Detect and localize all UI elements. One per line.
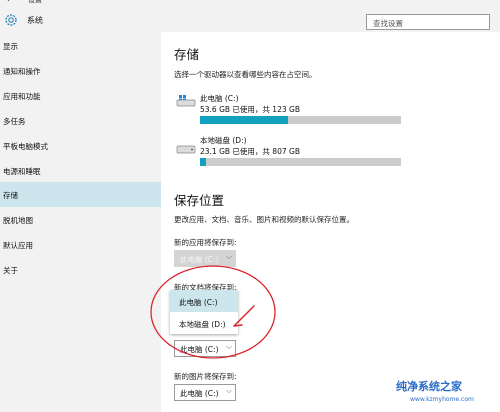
dropdown-option-c[interactable]: 此电脑 (C:) [170,290,238,312]
sidebar-item-notifications[interactable]: 通知和操作 [0,58,161,83]
back-arrow-icon[interactable]: ‹ [6,0,10,5]
sidebar-item-default-apps[interactable]: 默认应用 [0,232,161,257]
sidebar: 显示 通知和操作 应用和功能 多任务 平板电脑模式 电源和睡眠 存储 脱机地图 … [0,32,161,412]
drive-usage: 53.6 GB 已使用，共 123 GB [200,105,300,114]
chevron-down-icon: ⌵ [225,386,232,395]
drive-usage-fill [200,116,288,124]
sidebar-item-power[interactable]: 电源和睡眠 [0,158,161,183]
main-content: 存储 选择一个驱动器以查看哪些内容在占空间。 此电脑 (C:) 53.6 GB … [161,32,500,412]
select-value: 此电脑 (C:) [180,389,219,398]
sidebar-item-label: 脱机地图 [3,216,33,225]
sidebar-item-label: 电源和睡眠 [3,167,41,176]
sidebar-item-storage[interactable]: 存储 [0,182,161,207]
sidebar-item-about[interactable]: 关于 [0,257,161,282]
sidebar-item-tablet-mode[interactable]: 平板电脑模式 [0,133,161,158]
hard-drive-icon [176,145,196,154]
drive-usage-bar [200,158,401,166]
windows-drive-icon [176,95,196,107]
sidebar-item-label: 通知和操作 [3,67,41,76]
sidebar-item-display[interactable]: 显示 [0,33,161,58]
watermark-url: www.kzmyhome.com [410,396,474,403]
page-header: 系统 查找设置 [0,6,500,32]
chevron-down-icon: ⌵ [225,342,232,351]
new-pictures-label: 新的图片将保存到: [174,372,237,381]
search-input[interactable]: 查找设置 [366,14,490,30]
save-locations-description: 更改应用、文档、音乐、图片和视频的默认保存位置。 [174,215,354,224]
section-title: 系统 [27,16,43,25]
watermark-text: 纯净系统之家 [396,380,462,393]
drive-name: 此电脑 (C:) [200,94,239,103]
select-value: 此电脑 (C:) [180,255,219,264]
new-docs-dropdown[interactable]: 此电脑 (C:) 本地磁盘 (D:) [170,290,238,334]
sidebar-item-apps[interactable]: 应用和功能 [0,83,161,108]
sidebar-item-multitasking[interactable]: 多任务 [0,108,161,133]
chevron-down-icon: ⌵ [225,252,232,261]
sidebar-item-label: 默认应用 [3,241,33,250]
new-apps-select: 此电脑 (C:) ⌵ [174,250,236,267]
sidebar-item-label: 应用和功能 [3,92,41,101]
new-pictures-select[interactable]: 此电脑 (C:) ⌵ [174,384,236,401]
sidebar-item-label: 存储 [3,191,18,200]
sidebar-item-label: 多任务 [3,117,26,126]
save-locations-heading: 保存位置 [174,193,225,208]
drive-usage: 23.1 GB 已使用，共 807 GB [200,147,300,156]
storage-heading: 存储 [174,47,200,62]
drive-usage-fill [200,158,206,166]
sidebar-item-label: 关于 [3,266,18,275]
sidebar-item-offline-maps[interactable]: 脱机地图 [0,207,161,232]
new-apps-label: 新的应用将保存到: [174,238,237,247]
drive-name: 本地磁盘 (D:) [200,136,247,145]
sidebar-item-label: 平板电脑模式 [3,142,48,151]
new-music-select[interactable]: 此电脑 (C:) ⌵ [174,340,236,357]
window-title: 设置 [28,0,42,4]
select-value: 此电脑 (C:) [180,345,219,354]
drive-usage-bar [200,116,401,124]
dropdown-option-d[interactable]: 本地磁盘 (D:) [170,312,238,334]
storage-description: 选择一个驱动器以查看哪些内容在占空间。 [174,70,317,79]
sidebar-item-label: 显示 [3,42,18,51]
gear-icon [5,14,17,26]
